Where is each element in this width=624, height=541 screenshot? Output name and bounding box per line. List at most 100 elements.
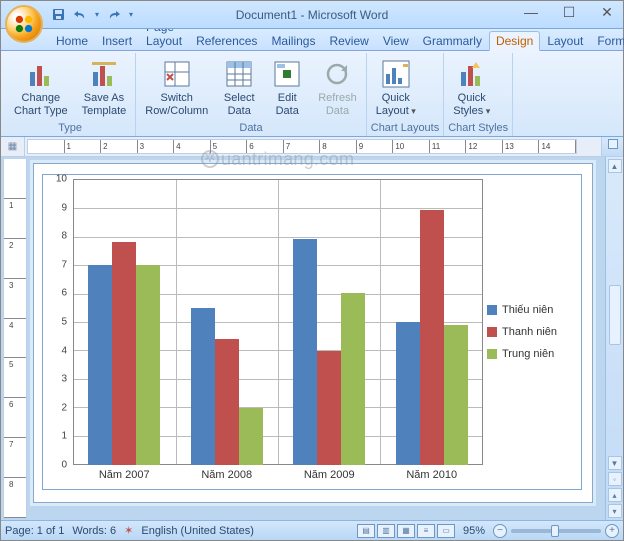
title-bar: ▾ ▾ Document1 - Microsoft Word — ☐ ✕: [1, 1, 623, 29]
save-icon[interactable]: [51, 8, 65, 22]
quick-layout-button[interactable]: QuickLayout: [371, 55, 421, 121]
ruler-toggle[interactable]: [601, 137, 623, 156]
full-screen-view-icon[interactable]: ▥: [377, 524, 395, 538]
zoom-in-button[interactable]: +: [605, 524, 619, 538]
quick-styles-button[interactable]: QuickStyles: [448, 55, 495, 121]
scroll-up-icon[interactable]: ▲: [608, 159, 622, 173]
refresh-data-button: RefreshData: [313, 55, 362, 121]
ribbon-tabs: HomeInsertPage LayoutReferencesMailingsR…: [1, 29, 623, 51]
tab-view[interactable]: View: [376, 31, 416, 50]
legend-item[interactable]: Trung niên: [487, 348, 577, 360]
x-label: Năm 2009: [278, 469, 381, 487]
y-tick: 7: [61, 259, 67, 270]
save-as-template-button[interactable]: Save AsTemplate: [77, 55, 132, 121]
chart-plot-area: 012345678910 Năm 2007Năm 2008Năm 2009Năm…: [43, 175, 487, 489]
tab-review[interactable]: Review: [322, 31, 375, 50]
legend-swatch: [487, 327, 497, 337]
document-area: 12345678 012345678910 Năm 2007Năm 2008Nă…: [1, 157, 623, 520]
y-tick: 1: [61, 431, 67, 442]
tab-grammarly[interactable]: Grammarly: [416, 31, 489, 50]
y-tick: 6: [61, 288, 67, 299]
office-button[interactable]: [5, 5, 43, 43]
x-label: Năm 2007: [73, 469, 176, 487]
zoom-out-button[interactable]: −: [493, 524, 507, 538]
change-chart-type-button[interactable]: ChangeChart Type: [9, 55, 73, 121]
bar[interactable]: [293, 239, 317, 465]
tab-insert[interactable]: Insert: [95, 31, 139, 50]
print-layout-view-icon[interactable]: ▤: [357, 524, 375, 538]
tab-layout[interactable]: Layout: [540, 31, 590, 50]
group-title: Chart Layouts: [371, 121, 439, 136]
chart-object[interactable]: 012345678910 Năm 2007Năm 2008Năm 2009Năm…: [42, 174, 582, 490]
bar[interactable]: [215, 339, 239, 465]
group-title: Type: [9, 121, 131, 136]
zoom-level[interactable]: 95%: [463, 525, 485, 537]
page-viewport: 012345678910 Năm 2007Năm 2008Năm 2009Năm…: [27, 157, 605, 520]
minimize-button[interactable]: —: [519, 3, 543, 21]
language-indicator[interactable]: English (United States): [141, 525, 254, 537]
draft-view-icon[interactable]: ▭: [437, 524, 455, 538]
bar[interactable]: [396, 322, 420, 465]
tab-mailings[interactable]: Mailings: [264, 31, 322, 50]
legend-label: Trung niên: [502, 348, 554, 360]
undo-dropdown-icon[interactable]: ▾: [95, 10, 99, 19]
zoom-slider: − +: [493, 524, 619, 538]
next-page-icon[interactable]: ▾: [608, 504, 622, 518]
horizontal-ruler-row: ▦ 1234567891011121314: [1, 137, 623, 157]
legend-label: Thiếu niên: [502, 304, 553, 316]
vertical-scrollbar[interactable]: ▲ ▼ ◦ ▴ ▾: [605, 157, 623, 520]
zoom-track[interactable]: [511, 529, 601, 533]
refresh-data-icon: [321, 58, 353, 90]
legend-item[interactable]: Thanh niên: [487, 326, 577, 338]
bar[interactable]: [191, 308, 215, 465]
tab-home[interactable]: Home: [49, 31, 95, 50]
tab-references[interactable]: References: [189, 31, 264, 50]
maximize-button[interactable]: ☐: [557, 3, 581, 21]
undo-icon[interactable]: [73, 8, 87, 22]
page: 012345678910 Năm 2007Năm 2008Năm 2009Năm…: [33, 163, 593, 503]
page-indicator[interactable]: Page: 1 of 1: [5, 525, 64, 537]
select-data-button[interactable]: SelectData: [217, 55, 261, 121]
bar[interactable]: [239, 408, 263, 465]
group-title: Chart Styles: [448, 121, 508, 136]
bar[interactable]: [420, 210, 444, 465]
previous-page-icon[interactable]: ▴: [608, 488, 622, 502]
scroll-down-icon[interactable]: ▼: [608, 456, 622, 470]
bar[interactable]: [112, 242, 136, 465]
bar[interactable]: [136, 265, 160, 465]
switch-row-column-button[interactable]: SwitchRow/Column: [140, 55, 213, 121]
y-tick: 4: [61, 345, 67, 356]
bar[interactable]: [444, 325, 468, 465]
customize-qat-icon[interactable]: ▾: [129, 10, 133, 19]
vertical-scroll-thumb[interactable]: [609, 285, 621, 345]
bar[interactable]: [317, 351, 341, 465]
web-layout-view-icon[interactable]: ▦: [397, 524, 415, 538]
ruler-corner[interactable]: ▦: [1, 137, 25, 156]
legend-label: Thanh niên: [502, 326, 557, 338]
bar[interactable]: [88, 265, 112, 465]
bar[interactable]: [341, 293, 365, 465]
y-tick: 2: [61, 402, 67, 413]
save-as-template-icon: [88, 58, 120, 90]
zoom-thumb[interactable]: [551, 525, 559, 537]
legend-item[interactable]: Thiếu niên: [487, 304, 577, 316]
browse-object-icon[interactable]: ◦: [608, 472, 622, 486]
x-label: Năm 2010: [381, 469, 484, 487]
word-count[interactable]: Words: 6: [72, 525, 116, 537]
proofing-icon[interactable]: ✶: [124, 524, 133, 537]
tab-design[interactable]: Design: [489, 31, 540, 51]
vertical-ruler[interactable]: 12345678: [3, 159, 27, 518]
outline-view-icon[interactable]: ≡: [417, 524, 435, 538]
close-button[interactable]: ✕: [595, 3, 619, 21]
group-title: Data: [140, 121, 362, 136]
edit-data-button[interactable]: EditData: [265, 55, 309, 121]
redo-icon[interactable]: [107, 8, 121, 22]
y-tick: 5: [61, 317, 67, 328]
quick-access-toolbar: ▾ ▾: [51, 8, 133, 22]
quick-styles-icon: [456, 58, 488, 90]
switch-row-column-icon: [161, 58, 193, 90]
legend-swatch: [487, 305, 497, 315]
horizontal-ruler[interactable]: 1234567891011121314: [27, 139, 577, 154]
tab-format[interactable]: Format: [590, 31, 624, 50]
change-chart-type-icon: [25, 58, 57, 90]
